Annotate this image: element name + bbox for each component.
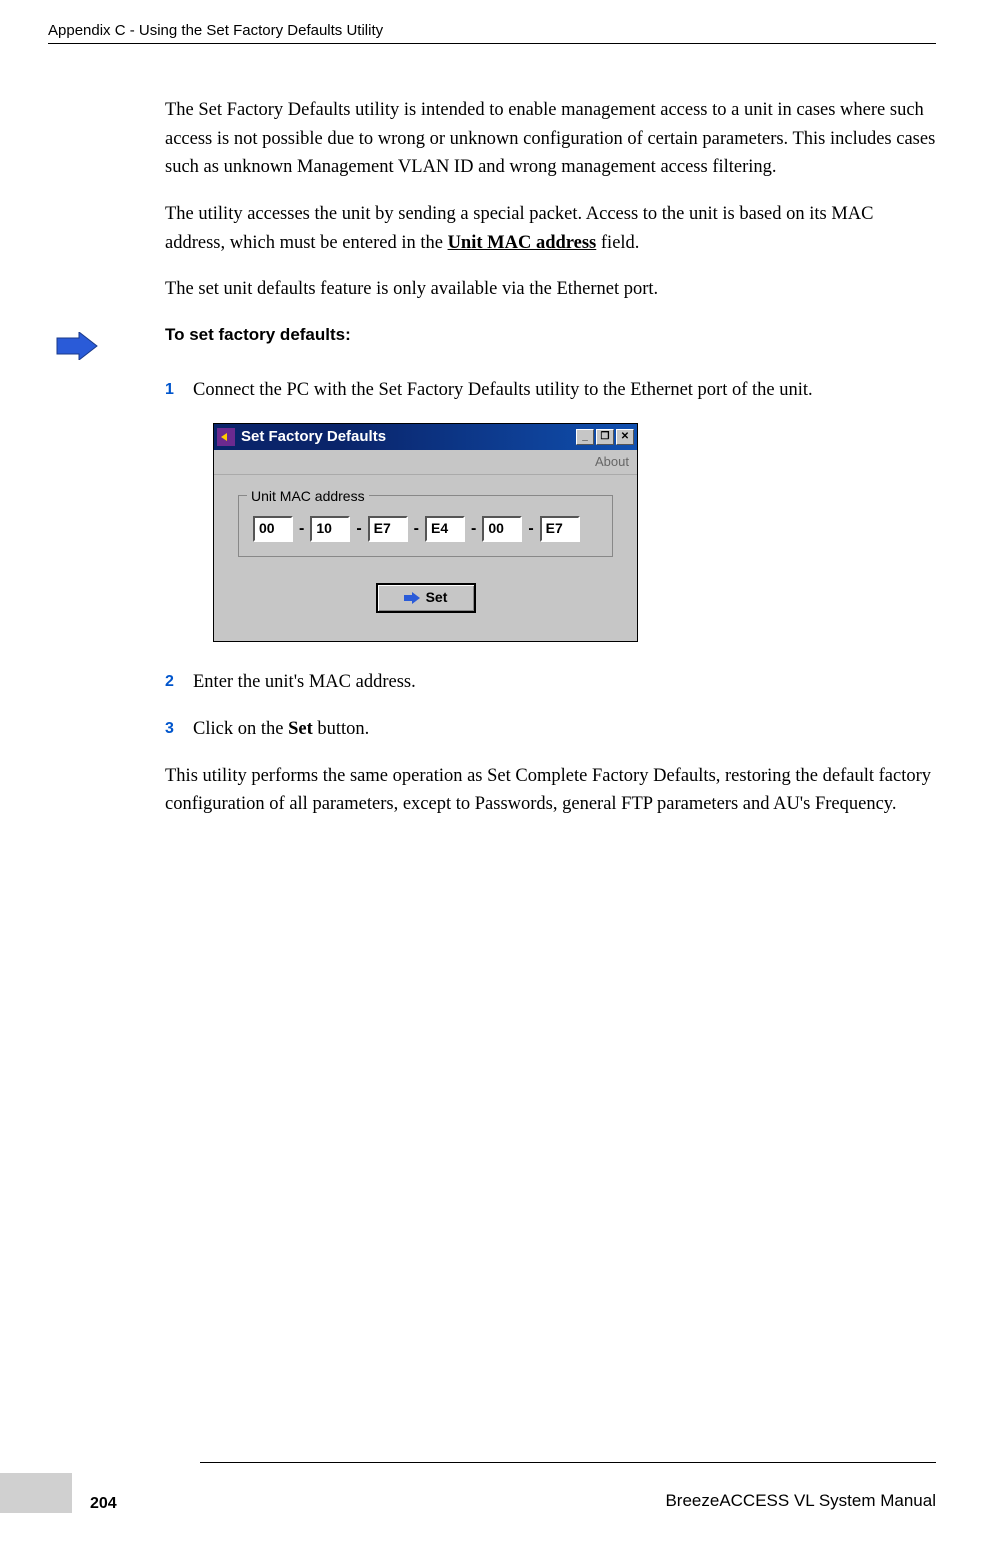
footer-rule [200,1462,936,1463]
page-number: 204 [90,1495,117,1513]
p2b: field. [596,233,639,253]
mac-octet-5[interactable]: 00 [482,516,522,542]
mac-legend: Unit MAC address [247,486,369,508]
step-1: 1 Connect the PC with the Set Factory De… [165,376,936,405]
procedure-heading: To set factory defaults: [165,322,936,348]
mac-octet-6[interactable]: E7 [540,516,580,542]
mac-dash: - [528,517,533,542]
step-3-bold: Set [288,719,313,739]
mac-dash: - [356,517,361,542]
set-arrow-icon [404,592,420,604]
mac-octet-4[interactable]: E4 [425,516,465,542]
dialog-app-icon [217,428,235,446]
set-button-label: Set [426,587,448,609]
paragraph-mac: The utility accesses the unit by sending… [165,200,936,257]
page-number-block [0,1473,72,1513]
paragraph-conclusion: This utility performs the same operation… [165,762,936,819]
p2-bold: Unit MAC address [448,233,597,253]
mac-fieldset: Unit MAC address 00 - 10 - E7 - E4 - 00 … [238,495,613,557]
mac-dash: - [299,517,304,542]
set-button[interactable]: Set [376,583,476,613]
step-1-text: Connect the PC with the Set Factory Defa… [193,376,936,405]
maximize-button[interactable]: ❐ [596,429,614,445]
arrow-icon [55,332,99,365]
page-header: Appendix C - Using the Set Factory Defau… [48,22,936,39]
step-2: 2 Enter the unit's MAC address. [165,668,936,697]
mac-octet-3[interactable]: E7 [368,516,408,542]
close-button[interactable]: ✕ [616,429,634,445]
step-2-num: 2 [165,668,193,697]
minimize-button[interactable]: _ [576,429,594,445]
paragraph-ethernet: The set unit defaults feature is only av… [165,275,936,304]
menu-about[interactable]: About [595,454,629,469]
step-3-num: 3 [165,715,193,744]
mac-octet-1[interactable]: 00 [253,516,293,542]
set-factory-defaults-dialog: Set Factory Defaults _ ❐ ✕ About Unit MA… [213,423,638,642]
step-3-text: Click on the Set button. [193,715,936,744]
footer-title: BreezeACCESS VL System Manual [117,1491,936,1513]
step-3: 3 Click on the Set button. [165,715,936,744]
mac-dash: - [414,517,419,542]
step-1-num: 1 [165,376,193,405]
dialog-titlebar: Set Factory Defaults _ ❐ ✕ [214,424,637,450]
step-3-b: button. [313,719,370,739]
step-3-a: Click on the [193,719,288,739]
paragraph-intro: The Set Factory Defaults utility is inte… [165,96,936,182]
dialog-title: Set Factory Defaults [241,425,576,448]
mac-octet-2[interactable]: 10 [310,516,350,542]
dialog-menubar: About [214,450,637,475]
step-2-text: Enter the unit's MAC address. [193,668,936,697]
mac-dash: - [471,517,476,542]
